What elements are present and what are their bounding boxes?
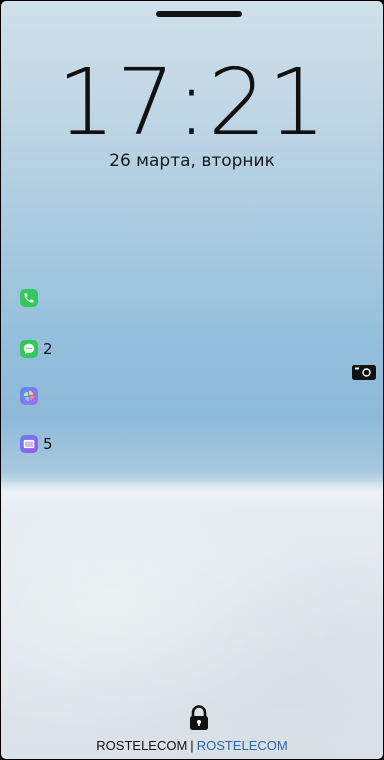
carrier-sim2: ROSTELECOM bbox=[196, 738, 288, 753]
notification-count: 5 bbox=[43, 435, 53, 453]
lock-screen: 17:21 26 марта, вторник 2 5 ROSTELECOM |… bbox=[0, 0, 384, 760]
notification-shade-handle[interactable] bbox=[156, 11, 242, 17]
clock-time[interactable]: 17:21 bbox=[1, 53, 383, 153]
gallery-icon bbox=[20, 387, 38, 405]
notification-messages[interactable]: 2 bbox=[20, 339, 53, 359]
clock-date: 26 марта, вторник bbox=[109, 151, 275, 171]
camera-shortcut[interactable] bbox=[352, 363, 376, 381]
notification-count: 2 bbox=[43, 340, 53, 358]
lock-icon[interactable] bbox=[188, 705, 210, 731]
notification-phone[interactable] bbox=[20, 288, 43, 308]
notification-gallery[interactable] bbox=[20, 386, 43, 406]
carrier-sim1: ROSTELECOM bbox=[96, 738, 188, 753]
carrier-separator: | bbox=[190, 738, 194, 753]
notes-icon bbox=[20, 435, 38, 453]
notification-notes[interactable]: 5 bbox=[20, 434, 53, 454]
phone-icon bbox=[20, 289, 38, 307]
camera-icon bbox=[352, 365, 376, 380]
carrier-label: ROSTELECOM | ROSTELECOM bbox=[1, 738, 383, 753]
messages-icon bbox=[20, 340, 38, 358]
horizon-haze bbox=[1, 481, 383, 509]
